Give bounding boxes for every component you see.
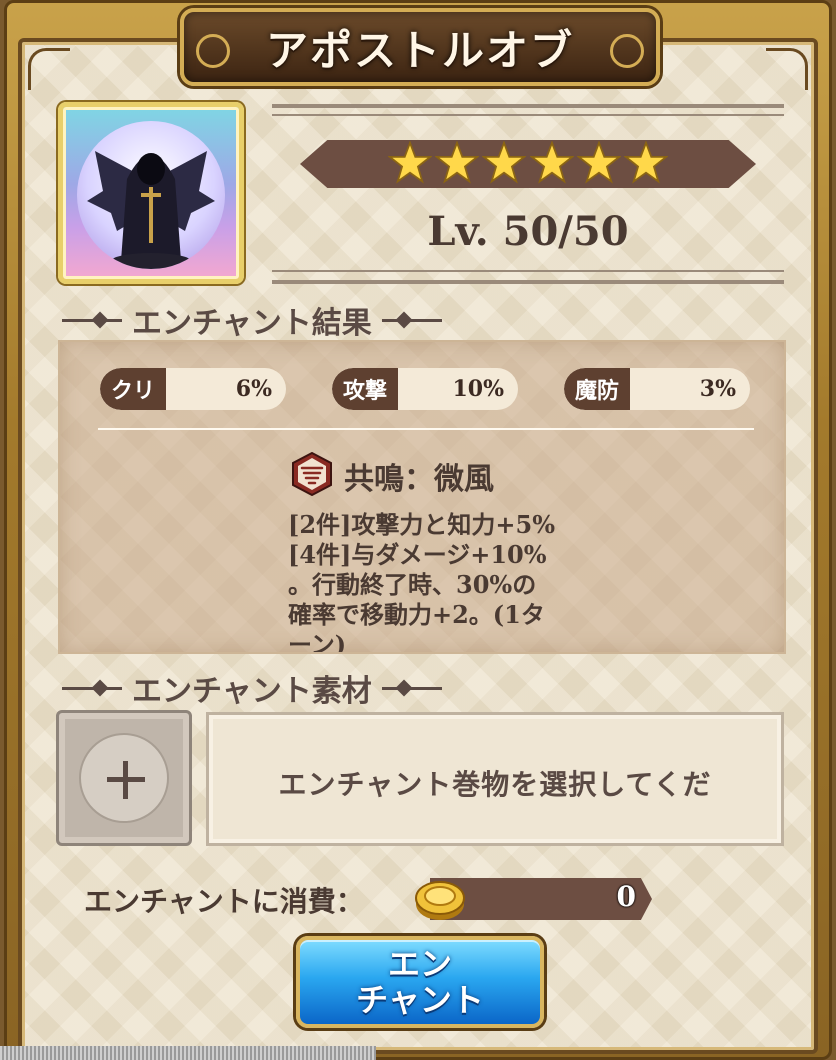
divider-line: [272, 104, 784, 108]
stat-name: クリ: [100, 368, 166, 410]
stat-value: 6%: [235, 376, 272, 402]
set-bonus-title: 共鳴：微風: [344, 462, 494, 497]
header-ornament: [381, 318, 442, 322]
divider-line: [98, 428, 754, 430]
gold-star-icon: [623, 141, 668, 184]
plus-bar: [123, 761, 128, 799]
header-ornament: [62, 318, 122, 322]
stat-attack: 攻撃 10%: [332, 368, 518, 410]
material-header-label: エンチャント素材: [132, 674, 372, 709]
cost-label: エンチャントに消費：: [84, 885, 364, 918]
stat-magic-defense: 魔防 3%: [564, 368, 750, 410]
enchant-button-label: チャント: [356, 981, 484, 1019]
character-portrait[interactable]: [58, 102, 244, 284]
stat-name: 魔防: [564, 368, 630, 410]
plus-icon: [79, 733, 169, 823]
material-slot-button[interactable]: [56, 710, 192, 846]
header-ornament: [62, 686, 122, 690]
bottom-edge: [0, 1046, 376, 1060]
gold-star-icon: [576, 141, 621, 184]
stat-name: 攻撃: [332, 368, 398, 410]
gold-star-icon: [482, 141, 527, 184]
set-bonus-description[interactable]: [2件]攻撃力と知力+5% [4件]与ダメージ+10% 。行動終了時、30%の …: [288, 510, 578, 654]
material-prompt-box[interactable]: エンチャント巻物を選択してくだ: [206, 712, 784, 846]
enchant-button-label: エン: [387, 945, 452, 983]
enchant-button[interactable]: エン チャント: [296, 936, 544, 1028]
whirlwind-icon: [292, 452, 332, 496]
gold-star-icon: [388, 141, 432, 184]
gold-coin-icon: [415, 881, 465, 920]
results-header-label: エンチャント結果: [132, 306, 372, 341]
star-rating: [388, 132, 668, 194]
desc-line: 。行動終了時、30%の: [288, 570, 537, 599]
desc-line: ーン): [288, 630, 347, 654]
stat-value: 10%: [452, 376, 504, 402]
stat-value: 3%: [699, 376, 736, 402]
stat-crit: クリ 6%: [100, 368, 286, 410]
corner-ornament: [28, 48, 70, 90]
material-header: エンチャント素材: [62, 668, 456, 709]
header-ornament: [381, 686, 442, 690]
desc-line: 確率で移動力+2。(1タ: [288, 600, 545, 629]
desc-line: [2件]攻撃力と知力+5%: [288, 510, 556, 539]
divider-line: [272, 270, 784, 272]
enchant-results-box: クリ 6% 攻撃 10% 魔防 3% 共鳴：微風 [2件]攻撃力と知力+5% […: [58, 340, 786, 654]
material-prompt: エンチャント巻物を選択してくだ: [278, 768, 712, 801]
divider-line: [272, 114, 784, 116]
title-plate: アポストルオブ: [180, 8, 660, 86]
divider-line: [272, 280, 784, 284]
desc-line: [4件]与ダメージ+10%: [288, 540, 547, 569]
results-header: エンチャント結果: [62, 300, 456, 341]
gold-star-icon: [529, 141, 574, 184]
page-title: アポストルオブ: [265, 25, 574, 75]
level-text: Lv. 50/50: [427, 208, 629, 255]
gold-star-icon: [435, 141, 480, 184]
corner-ornament: [766, 48, 808, 90]
hooded-reaper-icon: [77, 121, 225, 269]
